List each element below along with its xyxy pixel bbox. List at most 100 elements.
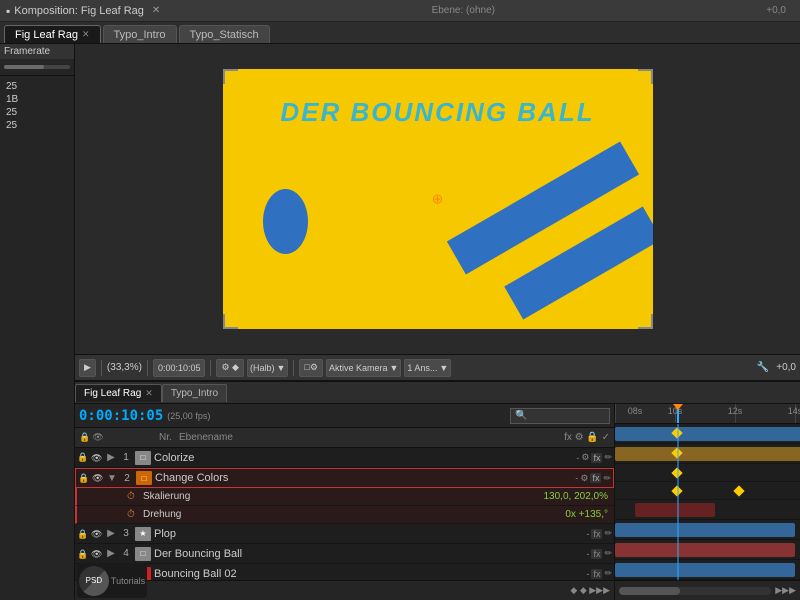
fx-icon-3[interactable]: - [586,529,589,539]
kf-skalierung-1 [671,467,682,478]
star-icon-2[interactable]: ⚙ [580,473,588,484]
layer-header-lock-icons: 🔒 👁 [79,432,159,443]
vis-icon-2[interactable]: 👁 [92,473,103,483]
fx-icon-4[interactable]: - [586,549,589,559]
layer-type-4: □ [135,547,151,561]
track-bar-bouncing-ball-01[interactable] [615,563,795,577]
track-row-bouncing-ball-02 [615,540,800,560]
pen-icon-4[interactable]: ✏ [604,548,612,559]
vis-icon-4[interactable]: 👁 [91,549,102,559]
left-sidebar: Framerate 25 1B 25 25 [0,44,75,600]
prop-name-skalierung: Skalierung [143,491,522,502]
lock-icon-3[interactable]: 🔒 [77,529,88,539]
layer-type-3: ★ [135,527,151,541]
main-tab-row: Fig Leaf Rag ✕ Typo_Intro Typo_Statisch [0,22,800,44]
preview-resolution: (33,3%) [107,362,142,373]
pen-icon-3[interactable]: ✏ [604,528,612,539]
effect-icon-2[interactable]: fx [590,473,601,483]
lock-icon-4[interactable]: 🔒 [77,549,88,559]
pen-icon-5[interactable]: ✏ [604,568,612,579]
layer-rows: 🔒 👁 ▶ 1 □ Colorize - ⚙ [75,448,614,580]
layer-row-colorize[interactable]: 🔒 👁 ▶ 1 □ Colorize - ⚙ [75,448,614,468]
app-icon: ▪ [6,4,10,18]
playhead-triangle [673,404,683,410]
effect-icon-4[interactable]: fx [591,549,602,559]
layer-row-bouncing-ball-02[interactable]: 🔒 👁 ▶ 5 □ Bouncing Ball 02 - fx [75,564,614,580]
pen-icon-1[interactable]: ✏ [604,452,612,463]
timeline-scrollbar[interactable] [619,587,771,595]
layer-nr-4: 4 [117,548,135,559]
layer-name-4[interactable]: Der Bouncing Ball [154,548,586,560]
track-bar-colorize[interactable] [615,427,800,441]
effect-icon-5[interactable]: fx [591,569,602,579]
expand-2[interactable]: ▼ [106,473,118,484]
tl-tab-fig-leaf-rag[interactable]: Fig Leaf Rag ✕ [75,384,162,402]
preview-icons-2[interactable]: □⚙ [299,359,323,377]
pen-icon-2[interactable]: ✏ [603,473,611,484]
lock-icon-1[interactable]: 🔒 [77,452,88,463]
ruler-label-08s: 08s [628,406,643,416]
lock-icon-2[interactable]: 🔒 [78,473,89,484]
track-bar-der-bouncing-ball[interactable] [615,523,795,537]
prop-row-skalierung: ⏱ Skalierung 130,0, 202,0% [75,488,614,506]
tab-typo-intro[interactable]: Typo_Intro [103,25,177,43]
preview-icons[interactable]: ⚙ ◆ [216,359,244,377]
layer-name-1[interactable]: Colorize [154,452,576,464]
track-row-plop [615,500,800,520]
preview-camera-dropdown[interactable]: Aktive Kamera ▼ [326,359,401,377]
track-bar-change-colors[interactable] [615,447,800,461]
timeline-content: 0:00:10:05 (25,00 fps) 🔒 👁 Nr. Ebenename [75,404,800,600]
layer-row-change-colors[interactable]: 🔒 👁 ▼ 2 □ Change Colors - ⚙ [75,468,614,488]
logo-text: Tutorials [111,576,145,586]
track-bar-bouncing-ball-02[interactable] [615,543,795,557]
vis-icon-3[interactable]: 👁 [91,529,102,539]
effect-icon-3[interactable]: fx [591,529,602,539]
timeline-bottom-bar: ◀ ▶ ▶▶ ◆ ◆ ▶▶▶ PSD Tutorials [75,580,614,600]
layer-type-2: □ [136,471,152,485]
sidebar-num-4: 25 [4,119,70,132]
layer-row-der-bouncing-ball[interactable]: 🔒 👁 ▶ 4 □ Der Bouncing Ball - fx [75,544,614,564]
close-tab-icon[interactable]: ✕ [152,5,160,16]
layer-col-nr: Nr. [159,432,179,443]
stopwatch-icon-drehung[interactable]: ⏱ [127,509,141,520]
track-bar-plop[interactable] [635,503,715,517]
preview-title-text: DER BOUNCING BALL [280,97,594,128]
star-icon-1[interactable]: ⚙ [581,452,589,463]
expand-4[interactable]: ▶ [105,548,117,559]
layer-icons-2: - ⚙ fx ✏ [575,473,611,484]
layer-name-2[interactable]: Change Colors [155,472,575,484]
sidebar-framerate-title[interactable]: Framerate [0,44,74,59]
fx-icon-2[interactable]: - [575,473,578,483]
timeline-ruler: 08s 10s 12s 14s 16s [615,404,800,424]
track-row-change-colors [615,444,800,464]
sidebar-num-2: 1B [4,93,70,106]
vis-icon-1[interactable]: 👁 [91,453,102,463]
tl-tab-typo-intro[interactable]: Typo_Intro [162,384,227,402]
expand-1[interactable]: ▶ [105,452,117,463]
layer-icons-3: - fx ✏ [586,528,612,539]
fx-icon-1[interactable]: - [576,453,579,463]
preview-ans-dropdown[interactable]: 1 Ans... ▼ [404,359,451,377]
preview-time-btn[interactable]: 0:00:10:05 [153,359,206,377]
timeline-right-bottom: ▶▶▶ [615,580,800,600]
timeline-search-input[interactable] [510,408,610,424]
track-row-drehung [615,482,800,500]
separator-4 [293,360,294,376]
layer-col-name: Ebenename [179,432,490,443]
tab-typo-statisch[interactable]: Typo_Statisch [179,25,270,43]
stopwatch-icon-skalierung[interactable]: ⏱ [127,491,141,502]
ruler-playhead [677,404,679,423]
layer-row-plop[interactable]: 🔒 👁 ▶ 3 ★ Plop - fx [75,524,614,544]
tab-fig-leaf-rag[interactable]: Fig Leaf Rag ✕ [4,25,101,43]
expand-3[interactable]: ▶ [105,528,117,539]
layer-name-3[interactable]: Plop [154,528,586,540]
preview-image: DER BOUNCING BALL ⊕ [223,69,653,329]
composition-title: Komposition: Fig Leaf Rag [14,5,144,17]
preview-play-btn[interactable]: ▶ [79,359,96,377]
separator-3 [210,360,211,376]
layer-nr-1: 1 [117,452,135,463]
effect-icon-1[interactable]: fx [591,453,602,463]
preview-half-dropdown[interactable]: (Halb) ▼ [247,359,288,377]
fx-icon-5[interactable]: - [586,569,589,579]
layer-name-5[interactable]: Bouncing Ball 02 [154,568,586,580]
